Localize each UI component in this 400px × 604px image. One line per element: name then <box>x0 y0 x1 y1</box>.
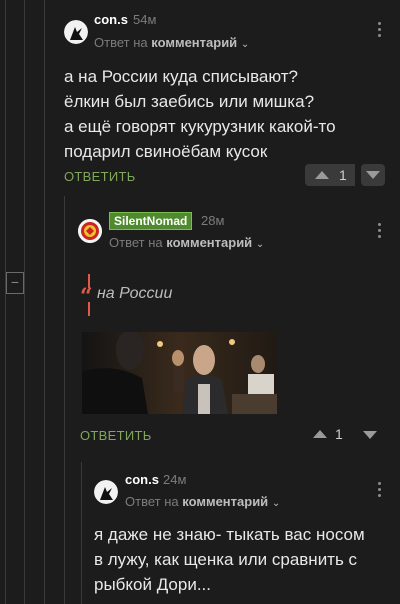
thread-line <box>24 0 25 604</box>
downvote-button[interactable] <box>363 431 377 439</box>
comment-line: подарил свиноёбам кусок <box>64 142 268 161</box>
username-badge[interactable]: SilentNomad <box>109 212 193 230</box>
arrow-down-icon <box>365 171 380 179</box>
chevron-down-icon: ⌄ <box>271 498 281 509</box>
username[interactable]: con.s <box>125 472 159 487</box>
reply-button[interactable]: ОТВЕТИТЬ <box>80 428 152 443</box>
reply-target: комментарий <box>166 235 253 250</box>
comment-line: в лужу, как щенка или сравнить с <box>94 550 358 569</box>
emblem-avatar-icon <box>78 219 102 243</box>
username[interactable]: con.s <box>94 12 128 27</box>
thread-line <box>44 0 45 604</box>
witch-avatar-icon <box>94 480 118 504</box>
comment-time: 28м <box>201 213 225 228</box>
arrow-up-icon <box>315 171 329 179</box>
comment-time: 54м <box>133 12 157 27</box>
collapse-thread-button[interactable]: − <box>6 272 24 294</box>
reply-button[interactable]: ОТВЕТИТЬ <box>64 169 136 184</box>
chevron-down-icon: ⌄ <box>255 239 265 250</box>
comment-body: я даже не знаю- тыкать вас носом в лужу,… <box>94 522 394 597</box>
comment-body: а на России куда списывают? ёлкин был за… <box>64 64 394 164</box>
chevron-down-icon: ⌄ <box>240 39 250 50</box>
vote-count: 1 <box>335 426 343 442</box>
avatar[interactable] <box>78 219 102 243</box>
thread-line <box>64 196 65 604</box>
quote-text: на России <box>97 285 173 302</box>
thread-line <box>5 0 6 604</box>
comment-line: а на России куда списывают? <box>64 67 298 86</box>
more-options-icon[interactable] <box>378 223 382 241</box>
comment-line: рыбкой Дори... <box>94 575 211 594</box>
reply-to-link[interactable]: Ответ на комментарий ⌄ <box>125 494 280 509</box>
quote-mark-icon: “ <box>80 284 93 310</box>
comment-line: а ещё говорят кукурузник какой-то <box>64 117 336 136</box>
reply-prefix: Ответ на <box>125 494 179 509</box>
witch-avatar-icon <box>64 20 88 44</box>
reply-target: комментарий <box>151 35 238 50</box>
comment-line: я даже не знаю- тыкать вас носом <box>94 525 365 544</box>
movie-frame-image <box>82 332 277 414</box>
vote-count: 1 <box>339 167 347 183</box>
reply-to-link[interactable]: Ответ на комментарий ⌄ <box>94 35 249 50</box>
reply-target: комментарий <box>182 494 269 509</box>
comment-line: ёлкин был заебись или мишка? <box>64 92 315 111</box>
more-options-icon[interactable] <box>378 482 382 500</box>
more-options-icon[interactable] <box>378 22 382 40</box>
upvote-button[interactable]: 1 <box>305 164 355 186</box>
comment-time: 24м <box>163 472 187 487</box>
reply-prefix: Ответ на <box>109 235 163 250</box>
upvote-button[interactable] <box>313 430 327 438</box>
downvote-button[interactable] <box>360 164 385 186</box>
avatar[interactable] <box>94 480 118 504</box>
avatar[interactable] <box>64 20 88 44</box>
vote-controls: 1 <box>305 164 385 186</box>
reply-to-link[interactable]: Ответ на комментарий ⌄ <box>109 235 264 250</box>
reply-prefix: Ответ на <box>94 35 148 50</box>
embedded-video-thumbnail[interactable] <box>82 332 277 414</box>
thread-line <box>81 462 82 604</box>
